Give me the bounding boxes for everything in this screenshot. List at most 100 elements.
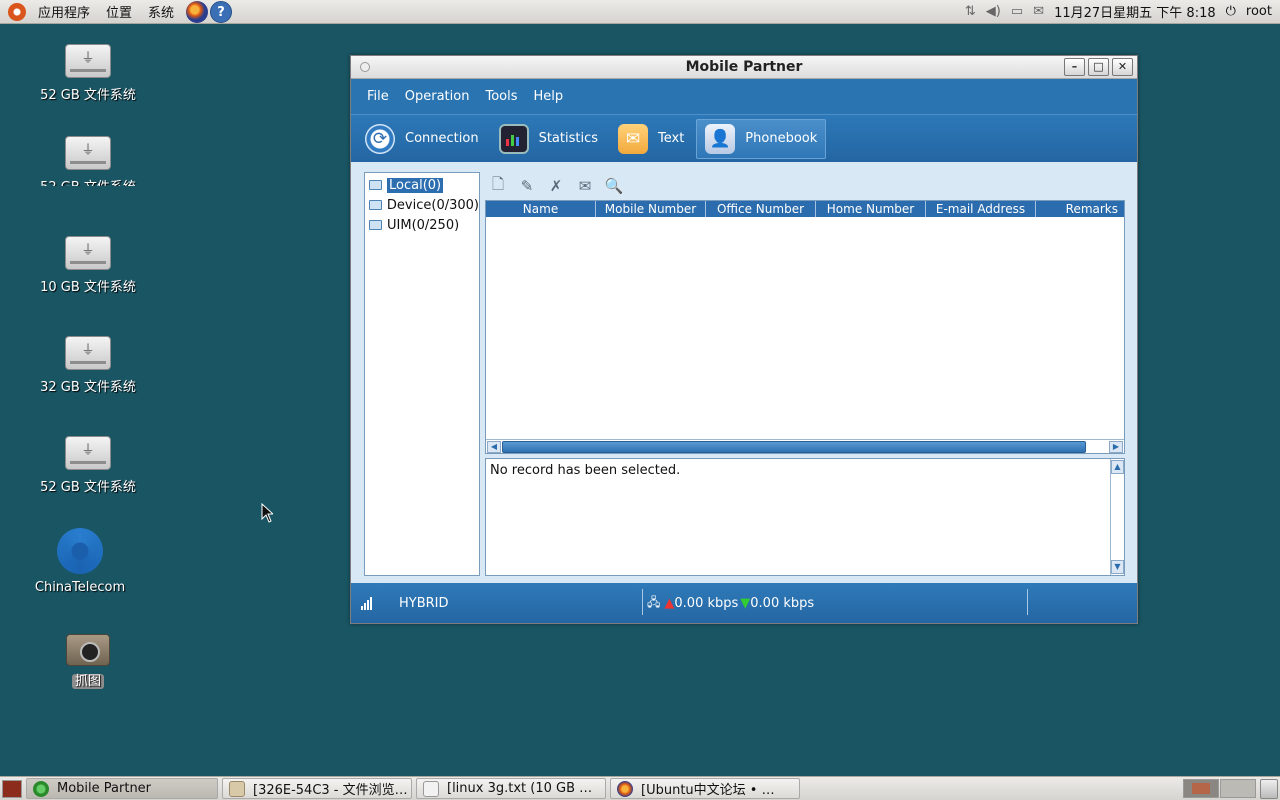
tab-text[interactable]: ✉ Text [610,119,692,159]
minimize-button[interactable]: – [1064,58,1085,76]
mouse-cursor-icon [261,503,273,523]
user-name[interactable]: root [1246,4,1272,19]
task-label: [linux 3g.txt (10 GB … [447,781,593,796]
help-icon[interactable]: ? [210,0,233,23]
ubuntu-logo-icon[interactable] [8,2,26,21]
folder-icon [369,220,382,230]
horizontal-scrollbar[interactable]: ◀ ▶ [486,439,1124,453]
desktop-icon-label: 52 GB 文件系统 [40,480,136,495]
tab-label: Text [658,131,685,146]
task-file-browser[interactable]: [326E-54C3 - 文件浏览… [222,778,412,799]
status-bar: HYBRID 🖧 ▲ 0.00 kbps ▼ 0.00 kbps [351,583,1137,623]
tab-phonebook[interactable]: 👤 Phonebook [696,118,827,159]
window-menu-icon[interactable] [360,62,370,72]
menu-system[interactable]: 系统 [140,2,182,21]
download-speed: 0.00 kbps [750,595,815,611]
edit-contact-icon[interactable]: ✎ [517,176,537,196]
folder-icon [229,780,245,797]
contacts-table: Name Mobile Number Office Number Home Nu… [485,200,1125,454]
workspace-1[interactable] [1183,779,1219,798]
desktop-icon-drive-4[interactable]: ⏚ 32 GB 文件系统 [33,336,143,395]
scroll-up-icon[interactable]: ▲ [1111,460,1124,474]
desktop-icon-chinatelecom[interactable]: ChinaTelecom [25,528,135,595]
drive-icon: ⏚ [65,136,111,170]
desktop-icon-drive-3[interactable]: ⏚ 10 GB 文件系统 [33,236,143,295]
tree-item-uim[interactable]: UIM(0/250) [365,215,479,235]
task-label: [Ubuntu中文论坛 • … [641,783,775,798]
status-divider [1027,589,1028,615]
power-icon[interactable]: ⏻ [1226,4,1236,19]
task-text-editor[interactable]: [linux 3g.txt (10 GB … [416,778,606,799]
window-title: Mobile Partner [685,59,803,75]
desktop-icon-drive-1[interactable]: ⏚ 52 GB 文件系统 [33,44,143,103]
phonebook-content: Local(0) Device(0/300) UIM(0/250) 🗋 ✎ ✗ … [364,172,1125,576]
menu-file[interactable]: File [359,89,397,104]
phonebook-tree: Local(0) Device(0/300) UIM(0/250) [364,172,480,576]
column-header-email[interactable]: E-mail Address [926,201,1036,217]
maximize-button[interactable]: □ [1088,58,1109,76]
scroll-left-icon[interactable]: ◀ [487,441,501,453]
column-header-name[interactable]: Name [486,201,596,217]
tree-item-device[interactable]: Device(0/300) [365,195,479,215]
menu-applications[interactable]: 应用程序 [30,2,98,21]
statistics-icon [498,123,529,154]
drive-icon: ⏚ [65,436,111,470]
task-mobile-partner[interactable]: Mobile Partner [26,778,218,799]
tab-statistics[interactable]: Statistics [491,119,606,159]
menu-operation[interactable]: Operation [397,89,478,104]
show-desktop-button[interactable] [2,779,22,798]
network-icon[interactable]: ⇅ [965,4,976,19]
send-message-icon[interactable]: ✉ [575,176,595,196]
column-header-home[interactable]: Home Number [816,201,926,217]
delete-contact-icon[interactable]: ✗ [546,176,566,196]
column-header-office[interactable]: Office Number [706,201,816,217]
mobile-partner-window: Mobile Partner – □ ✕ File Operation Tool… [350,55,1138,624]
column-header-remarks[interactable]: Remarks [1036,201,1124,217]
scroll-down-icon[interactable]: ▼ [1111,560,1124,574]
desktop-icon-label: 52 GB 文件系统 [33,176,143,186]
new-contact-icon[interactable]: 🗋 [488,175,508,196]
column-header-mobile[interactable]: Mobile Number [596,201,706,217]
tree-item-label: Device(0/300) [386,197,479,213]
search-icon[interactable]: 🔍 [604,176,624,196]
tab-label: Phonebook [745,131,818,146]
desktop-icon-drive-2[interactable]: ⏚ 52 GB 文件系统 [33,136,143,186]
menu-help[interactable]: Help [526,89,572,104]
table-header: Name Mobile Number Office Number Home Nu… [486,201,1124,217]
desktop-icon-label: 10 GB 文件系统 [40,280,136,295]
envelope-icon: ✉ [618,123,648,154]
camera-icon [66,634,110,666]
menu-places[interactable]: 位置 [98,2,140,21]
clock[interactable]: 11月27日星期五 下午 8:18 [1054,2,1216,21]
tab-label: Statistics [538,131,598,146]
desktop-icon-label: 抓图 [71,674,104,689]
scroll-right-icon[interactable]: ▶ [1109,441,1123,453]
workspace-2[interactable] [1220,779,1256,798]
scrollbar-thumb[interactable] [502,441,1086,453]
menu-tools[interactable]: Tools [477,89,525,104]
desktop-icon-label: 52 GB 文件系统 [40,88,136,103]
taskbar: Mobile Partner [326E-54C3 - 文件浏览… [linux… [0,776,1280,800]
tree-item-local[interactable]: Local(0) [365,175,479,195]
window-titlebar[interactable]: Mobile Partner – □ ✕ [351,56,1137,79]
desktop-icon-drive-5[interactable]: ⏚ 52 GB 文件系统 [33,436,143,495]
firefox-icon[interactable] [186,0,209,23]
upload-speed: 0.00 kbps [674,595,739,611]
trash-icon[interactable] [1260,778,1278,799]
drive-icon: ⏚ [65,236,111,270]
task-firefox[interactable]: [Ubuntu中文论坛 • … [610,778,800,799]
folder-open-icon [369,180,382,190]
system-tray: ⇅ ◀) ▭ ✉ 11月27日星期五 下午 8:18 ⏻ root [965,2,1280,21]
detail-message: No record has been selected. [490,463,681,478]
main-toolbar: ⟳ Connection Statistics ✉ Text 👤 Phonebo… [351,114,1137,162]
volume-icon[interactable]: ◀) [986,4,1001,19]
signal-strength-icon [361,596,377,610]
desktop-icon-screenshot[interactable]: 抓图 [33,634,143,689]
mail-icon[interactable]: ✉ [1033,4,1044,19]
close-button[interactable]: ✕ [1112,58,1133,76]
mobile-partner-icon [33,780,49,797]
vertical-scrollbar[interactable]: ▲ ▼ [1110,459,1124,575]
task-label: [326E-54C3 - 文件浏览… [253,783,408,798]
modem-icon[interactable]: ▭ [1011,4,1023,19]
tab-connection[interactable]: ⟳ Connection [357,119,487,159]
